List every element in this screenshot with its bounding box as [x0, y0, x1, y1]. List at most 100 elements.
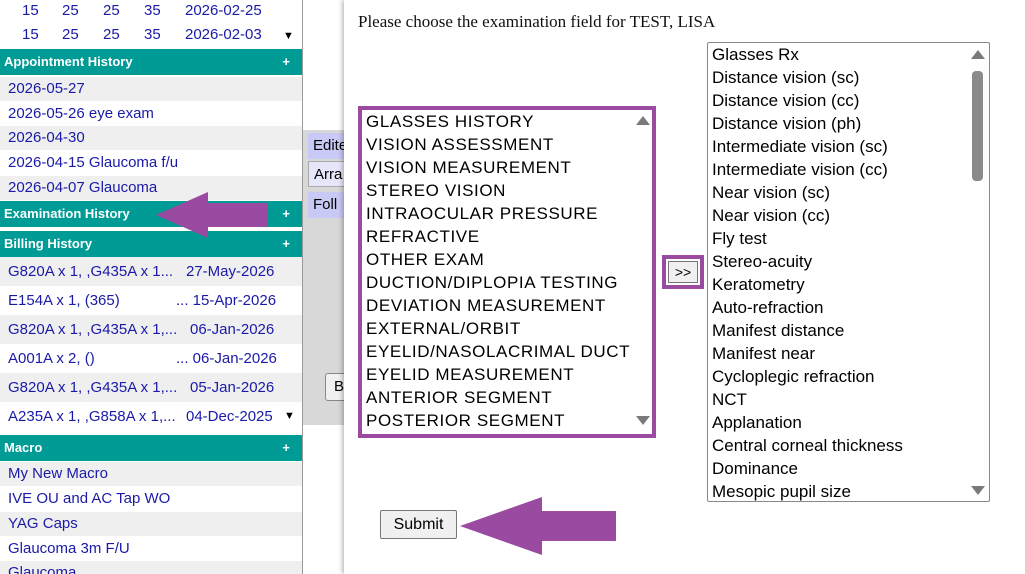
exam-category-listbox[interactable]: GLASSES HISTORY VISION ASSESSMENT VISION… [362, 110, 652, 434]
category-option[interactable]: EXTERNAL/ORBIT [362, 317, 652, 340]
billing-item[interactable]: G820A x 1, ,G435A x 1,... 06-Jan-2026 [0, 315, 302, 344]
field-option[interactable]: Manifest near [708, 342, 989, 365]
category-option[interactable]: POSTERIOR SEGMENT [362, 409, 652, 432]
category-option[interactable]: REFRACTIVE [362, 225, 652, 248]
category-option[interactable]: DUCTION/DIPLOPIA TESTING [362, 271, 652, 294]
section-title: Macro [4, 440, 43, 455]
appointment-item[interactable]: 2026-05-26 eye exam [0, 102, 302, 126]
add-icon[interactable]: + [282, 435, 290, 461]
row-value: 15 [22, 2, 39, 19]
field-option[interactable]: Intermediate vision (sc) [708, 135, 989, 158]
background-tab[interactable]: Edite [308, 133, 348, 159]
field-option[interactable]: Near vision (sc) [708, 181, 989, 204]
field-option[interactable]: Distance vision (cc) [708, 89, 989, 112]
category-option[interactable]: STEREO VISION [362, 179, 652, 202]
billing-date: 04-Dec-2025 [186, 408, 273, 425]
billing-date: ... 06-Jan-2026 [176, 350, 277, 367]
macro-item[interactable]: Glaucoma [0, 561, 302, 574]
scroll-up-icon[interactable] [636, 116, 650, 125]
row-value: 25 [62, 26, 79, 43]
category-option[interactable]: GLASSES HISTORY [362, 110, 652, 133]
background-tab[interactable]: Arra [308, 161, 348, 187]
row-value: 25 [103, 2, 120, 19]
field-option[interactable]: Central corneal thickness [708, 434, 989, 457]
field-option[interactable]: Stereo-acuity [708, 250, 989, 273]
field-option[interactable]: Near vision (cc) [708, 204, 989, 227]
appointment-item[interactable]: 2026-05-27 [0, 77, 302, 101]
billing-item[interactable]: G820A x 1, ,G435A x 1,... 05-Jan-2026 [0, 373, 302, 402]
annotation-arrow-icon [156, 192, 268, 238]
billing-date: 27-May-2026 [186, 263, 275, 280]
scrollbar-thumb[interactable] [972, 71, 983, 181]
exam-field-listbox[interactable]: Glasses Rx Distance vision (sc) Distance… [707, 42, 990, 502]
scroll-down-icon[interactable] [971, 486, 985, 495]
billing-item[interactable]: G820A x 1, ,G435A x 1... 27-May-2026 [0, 257, 302, 286]
field-option[interactable]: Auto-refraction [708, 296, 989, 319]
row-date: 2026-02-25 [185, 2, 262, 19]
field-option[interactable]: Cycloplegic refraction [708, 365, 989, 388]
submit-button[interactable]: Submit [380, 510, 457, 539]
history-value-row[interactable]: 15 25 25 35 2026-02-03 ▼ [0, 24, 302, 48]
field-option[interactable]: Applanation [708, 411, 989, 434]
macro-item[interactable]: IVE OU and AC Tap WO [0, 487, 302, 511]
field-option[interactable]: Distance vision (sc) [708, 66, 989, 89]
billing-codes: G820A x 1, ,G435A x 1,... [8, 321, 178, 338]
billing-codes: A001A x 2, () [8, 350, 95, 367]
field-option[interactable]: Mesopic pupil size [708, 480, 989, 501]
macro-header[interactable]: Macro + [0, 435, 302, 461]
category-option[interactable]: OTHER EXAM [362, 248, 652, 271]
exam-field-dialog: Please choose the examination field for … [344, 0, 1025, 574]
macro-item[interactable]: Glaucoma 3m F/U [0, 537, 302, 561]
billing-item[interactable]: A235A x 1, ,G858A x 1,... 04-Dec-2025 ▼ [0, 402, 302, 431]
background-tab[interactable]: Foll [308, 192, 348, 218]
history-value-row[interactable]: 15 25 25 35 2026-02-25 [0, 0, 302, 24]
billing-item[interactable]: A001A x 2, () ... 06-Jan-2026 [0, 344, 302, 373]
appointment-item[interactable]: 2026-04-15 Glaucoma f/u [0, 151, 302, 175]
macro-item[interactable]: My New Macro [0, 462, 302, 486]
row-date: 2026-02-03 [185, 26, 262, 43]
annotation-arrow-icon [460, 497, 616, 555]
category-option[interactable]: VISION ASSESSMENT [362, 133, 652, 156]
dialog-prompt: Please choose the examination field for … [358, 12, 716, 31]
row-value: 25 [62, 2, 79, 19]
category-option[interactable]: VISION MEASUREMENT [362, 156, 652, 179]
category-option[interactable]: DEVIATION MEASUREMENT [362, 294, 652, 317]
expand-triangle-icon[interactable]: ▼ [283, 30, 294, 42]
appointment-item[interactable]: 2026-04-30 [0, 126, 302, 150]
section-title: Billing History [4, 236, 93, 251]
field-option[interactable]: Fly test [708, 227, 989, 250]
appointment-history-header[interactable]: Appointment History + [0, 49, 302, 75]
field-option[interactable]: Intermediate vision (cc) [708, 158, 989, 181]
add-icon[interactable]: + [282, 49, 290, 75]
patient-sidebar: 15 25 25 35 2026-02-25 15 25 25 35 2026-… [0, 0, 302, 574]
category-option[interactable]: INTRAOCULAR PRESSURE [362, 202, 652, 225]
add-icon[interactable]: + [282, 201, 290, 227]
field-option[interactable]: Manifest distance [708, 319, 989, 342]
expand-triangle-icon[interactable]: ▼ [284, 402, 295, 431]
billing-codes: E154A x 1, (365) [8, 292, 120, 309]
field-option[interactable]: Dominance [708, 457, 989, 480]
row-value: 25 [103, 26, 120, 43]
scroll-down-icon[interactable] [636, 416, 650, 425]
category-option[interactable]: ANTERIOR SEGMENT [362, 386, 652, 409]
move-button-highlight: >> [662, 255, 704, 289]
row-value: 35 [144, 26, 161, 43]
billing-codes: A235A x 1, ,G858A x 1,... [8, 408, 176, 425]
field-option[interactable]: Keratometry [708, 273, 989, 296]
section-title: Appointment History [4, 54, 133, 69]
field-option[interactable]: NCT [708, 388, 989, 411]
billing-date: ... 15-Apr-2026 [176, 292, 277, 309]
scroll-up-icon[interactable] [971, 50, 985, 59]
category-option[interactable]: EYELID MEASUREMENT [362, 363, 652, 386]
field-option[interactable]: Glasses Rx [708, 43, 989, 66]
move-right-button[interactable]: >> [668, 261, 698, 283]
macro-item[interactable]: YAG Caps [0, 512, 302, 536]
category-option[interactable]: EYELID/NASOLACRIMAL DUCT [362, 340, 652, 363]
background-panel-lower [302, 425, 344, 574]
add-icon[interactable]: + [282, 231, 290, 257]
billing-codes: G820A x 1, ,G435A x 1,... [8, 379, 178, 396]
field-option[interactable]: Distance vision (ph) [708, 112, 989, 135]
billing-item[interactable]: E154A x 1, (365) ... 15-Apr-2026 [0, 286, 302, 315]
billing-codes: G820A x 1, ,G435A x 1... [8, 263, 174, 280]
billing-date: 06-Jan-2026 [190, 321, 275, 338]
